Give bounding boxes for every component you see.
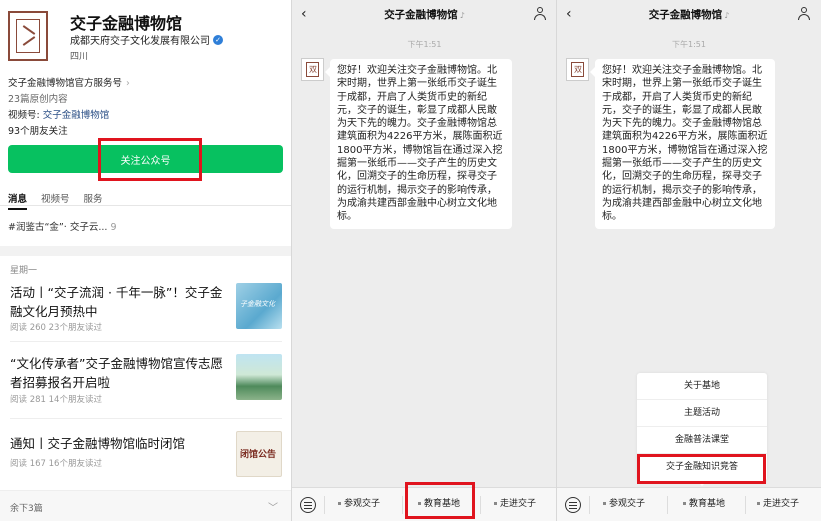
friends-follow[interactable]: 93个朋友关注 [8, 123, 68, 137]
menu-education-base[interactable]: 教育基地 [418, 496, 460, 509]
article-divider [10, 418, 282, 419]
menu-divider [667, 496, 668, 514]
article-title: 活动丨“交子流润 · 千年一脉”！交子金融文化月预热中 [10, 285, 223, 319]
chat-panel-menu-closed: ‹ 交子金融博物馆 ♪ 下午1:51 双 您好！欢迎关注交子金融博物馆。北宋时期，… [292, 0, 557, 521]
profile-header: 交子金融博物馆 成都天府交子文化发展有限公司 ✓ 四川 交子金融博物馆官方服务号… [0, 0, 292, 250]
original-count: 23篇原创内容 [8, 94, 68, 105]
pinned-preview[interactable]: #润鉴古“金”· 交子云... 9 [8, 219, 116, 233]
chat-title-text: 交子金融博物馆 [648, 9, 723, 21]
chat-menu-bar: 参观交子 教育基地 走进交子 [292, 487, 557, 521]
pinned-preview-count: 9 [110, 222, 117, 233]
menu-divider [480, 496, 481, 514]
article-item[interactable]: “文化传承者”交子金融博物馆宣传志愿者招募报名开启啦 阅读 281 14个朋友读… [10, 354, 282, 406]
mute-icon: ♪ [459, 11, 465, 20]
museum-logo [8, 11, 48, 61]
tab-messages[interactable]: 消息 [8, 191, 28, 210]
menu-enter-jiaozi[interactable]: 走进交子 [494, 496, 536, 509]
mute-icon: ♪ [724, 11, 730, 20]
thumbnail-text: 子金融文化 [240, 300, 275, 308]
article-thumbnail: 闭馆公告 [236, 431, 282, 477]
menu-divider [324, 496, 325, 514]
account-avatar[interactable]: 双 [301, 58, 324, 81]
keyboard-toggle-icon[interactable] [565, 497, 581, 513]
chat-title: 交子金融博物馆 ♪ [292, 7, 557, 22]
message-time: 下午1:51 [672, 40, 706, 49]
menu-label: 参观交子 [344, 499, 381, 509]
menu-divider [589, 496, 590, 514]
menu-divider [745, 496, 746, 514]
menu-label: 参观交子 [609, 499, 646, 509]
education-base-submenu: 关于基地 主题活动 金融普法课堂 交子金融知识竞答 [637, 373, 767, 486]
article-divider [10, 341, 282, 342]
pinned-preview-text: #润鉴古“金”· 交子云... [8, 222, 108, 233]
welcome-message: 您好！欢迎关注交子金融博物馆。北宋时期，世界上第一张纸币交子诞生于成都，开启了人… [590, 59, 775, 229]
company-name[interactable]: 成都天府交子文化发展有限公司 ✓ [70, 32, 223, 47]
article-stats: 阅读 167 16个朋友读过 [10, 459, 102, 469]
service-account-link[interactable]: 交子金融博物馆官方服务号 › [8, 75, 130, 89]
menu-enter-jiaozi[interactable]: 走进交子 [757, 496, 799, 509]
chat-title-text: 交子金融博物馆 [384, 9, 458, 21]
submenu-knowledge-quiz[interactable]: 交子金融知识竞答 [637, 454, 767, 481]
more-articles-label: 余下3篇 [10, 504, 43, 514]
menu-visit-jiaozi[interactable]: 参观交子 [603, 496, 645, 509]
profile-tabs: 消息 视频号 服务 [8, 191, 103, 210]
location: 四川 [70, 52, 89, 62]
video-channel[interactable]: 视频号: 交子金融博物馆 [8, 107, 109, 121]
follow-account-button[interactable]: 关注公众号 [8, 145, 283, 173]
more-articles-bar[interactable]: 余下3篇 ﹀ [0, 490, 292, 521]
message-time: 下午1:51 [407, 40, 442, 49]
article-thumbnail [236, 354, 282, 400]
article-item[interactable]: 通知丨交子金融博物馆临时闭馆 阅读 167 16个朋友读过 闭馆公告 [10, 431, 282, 477]
menu-divider [402, 496, 403, 514]
chat-panel-menu-open: ‹ 交子金融博物馆 ♪ 下午1:51 双 您好！欢迎关注交子金融博物馆。北宋时期，… [557, 0, 821, 521]
submenu-about-base[interactable]: 关于基地 [637, 373, 767, 400]
menu-label: 教育基地 [424, 499, 461, 509]
thumbnail-text: 闭馆公告 [240, 450, 277, 460]
submenu-finance-law-class[interactable]: 金融普法课堂 [637, 427, 767, 454]
tab-services[interactable]: 服务 [84, 191, 103, 205]
account-name: 交子金融博物馆 [70, 14, 183, 33]
verified-icon: ✓ [213, 34, 223, 45]
account-profile-panel: 交子金融博物馆 成都天府交子文化发展有限公司 ✓ 四川 交子金融博物馆官方服务号… [0, 0, 292, 521]
company-label: 成都天府交子文化发展有限公司 [70, 36, 210, 47]
menu-label: 走进交子 [763, 499, 800, 509]
chevron-right-icon: › [126, 78, 130, 89]
menu-education-base[interactable]: 教育基地 [683, 496, 725, 509]
chat-top-bar: ‹ 交子金融博物馆 ♪ [292, 0, 557, 30]
video-channel-name[interactable]: 交子金融博物馆 [43, 110, 110, 121]
keyboard-toggle-icon[interactable] [300, 497, 316, 513]
service-account-label: 交子金融博物馆官方服务号 [8, 78, 123, 89]
menu-visit-jiaozi[interactable]: 参观交子 [338, 496, 380, 509]
article-item[interactable]: 活动丨“交子流润 · 千年一脉”！交子金融文化月预热中 阅读 260 23个朋友… [10, 283, 282, 335]
tab-video[interactable]: 视频号 [41, 191, 70, 205]
welcome-message: 您好！欢迎关注交子金融博物馆。北宋时期，世界上第一张纸币交子诞生于成都，开启了人… [325, 59, 512, 229]
tab-divider [0, 205, 292, 206]
chevron-down-icon: ﹀ [268, 503, 278, 514]
article-title: “文化传承者”交子金融博物馆宣传志愿者招募报名开启啦 [10, 356, 223, 390]
article-stats: 阅读 281 14个朋友读过 [10, 395, 102, 405]
day-label: 星期一 [10, 266, 38, 276]
submenu-themed-events[interactable]: 主题活动 [637, 400, 767, 427]
menu-label: 走进交子 [500, 499, 537, 509]
article-stats: 阅读 260 23个朋友读过 [10, 323, 102, 333]
section-gap [0, 246, 292, 256]
chat-menu-bar: 参观交子 教育基地 走进交子 [557, 487, 821, 521]
chat-title: 交子金融博物馆 ♪ [557, 7, 821, 22]
profile-person-icon[interactable] [533, 7, 547, 21]
article-thumbnail: 子金融文化 [236, 283, 282, 329]
profile-person-icon[interactable] [797, 7, 811, 21]
article-title: 通知丨交子金融博物馆临时闭馆 [10, 436, 186, 451]
menu-label: 教育基地 [689, 499, 726, 509]
chat-top-bar: ‹ 交子金融博物馆 ♪ [557, 0, 821, 30]
video-channel-prefix: 视频号: [8, 110, 43, 121]
account-avatar[interactable]: 双 [566, 58, 589, 81]
